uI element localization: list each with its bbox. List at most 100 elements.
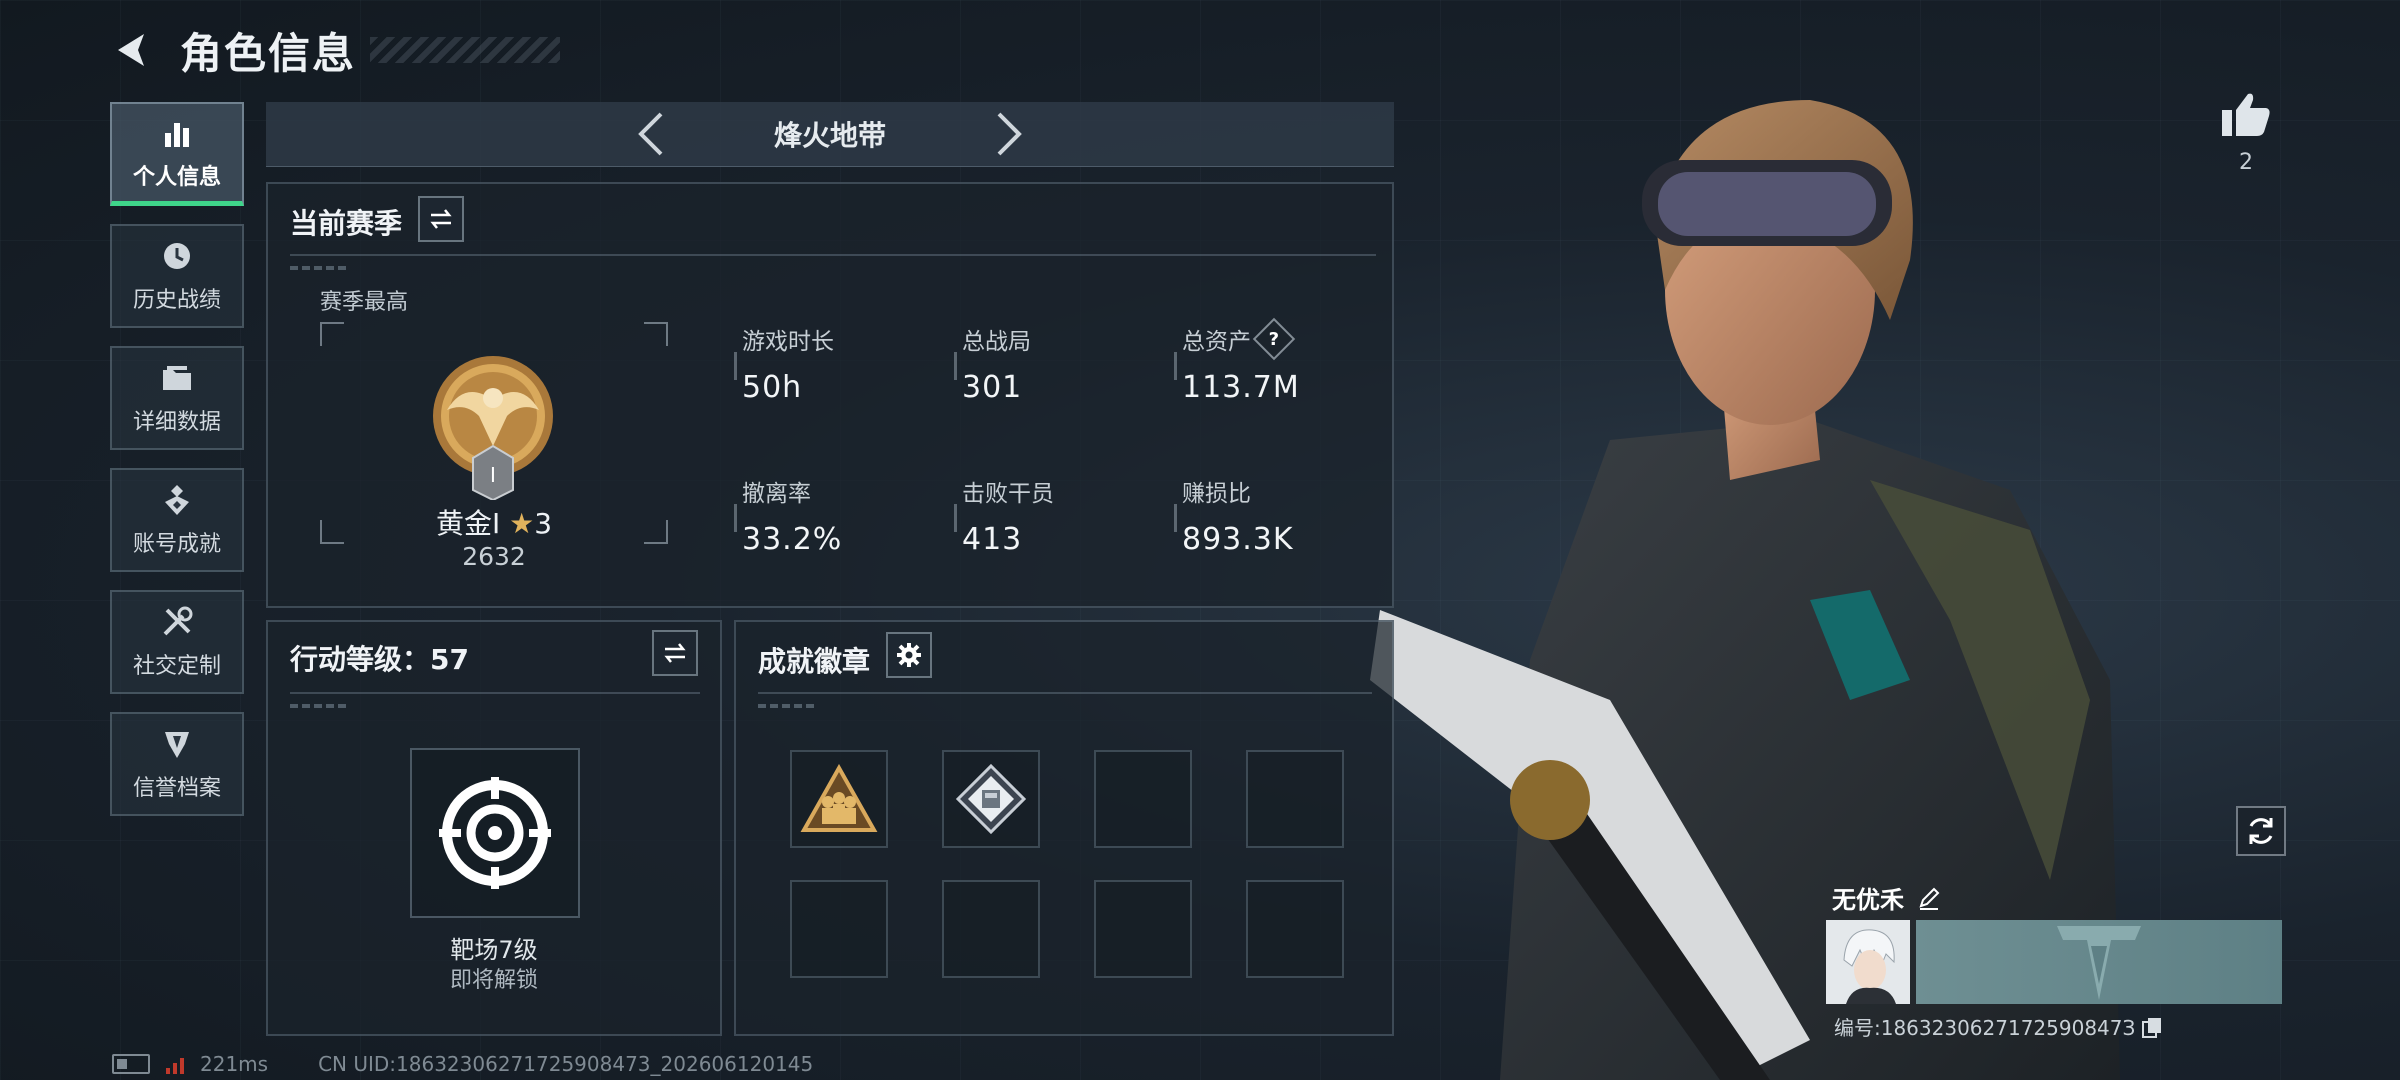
gear-icon [897, 643, 921, 667]
rank-star-icon: ★ [509, 507, 535, 540]
sidebar-item-personal-info[interactable]: 个人信息 [110, 102, 244, 206]
stat-label: 撤离率 [742, 481, 811, 507]
sidebar-item-detailed-data[interactable]: 详细数据 [110, 346, 244, 450]
stat-label: 游戏时长 [742, 329, 834, 355]
diamond-crate-badge-icon [955, 763, 1027, 835]
reputation-icon [165, 732, 189, 758]
level-reward-card[interactable] [410, 748, 580, 918]
gold-rank-badge-icon: Ⅰ [433, 356, 553, 500]
copy-icon[interactable] [2141, 1016, 2163, 1038]
season-title: 当前赛季 [290, 207, 403, 240]
stat-value: 113.7M [1182, 370, 1300, 405]
rank-name: 黄金Ⅰ ★3 [320, 502, 668, 542]
level-card-status: 即将解锁 [449, 968, 538, 993]
back-arrow-icon[interactable] [110, 28, 154, 72]
title-decoration [370, 37, 561, 63]
ping-value: 221ms [200, 1052, 269, 1076]
badges-title: 成就徽章 [758, 645, 871, 678]
stat-label: 总资产 ? [1182, 317, 1300, 361]
badge-slot[interactable] [790, 750, 888, 848]
level-divider [290, 692, 700, 694]
target-reticle-icon [439, 777, 551, 889]
folder-icon [163, 366, 191, 390]
swap-icon [664, 643, 686, 663]
stat-total-assets: 总资产 ? 113.7M [1174, 317, 1300, 405]
rank-score: 2632 [462, 542, 526, 571]
rank-stars: 3 [534, 507, 553, 540]
sidebar-item-label: 社交定制 [132, 654, 221, 679]
rotate-character-button[interactable] [2236, 806, 2286, 856]
divider-decoration [290, 704, 350, 708]
player-id-row: 编号:1863230627172590847З [1834, 1012, 2163, 1041]
achievement-badges-panel: 成就徽章 [734, 620, 1394, 1036]
badge-slot[interactable] [1094, 750, 1192, 848]
level-switch-button[interactable] [652, 630, 698, 676]
badges-settings-button[interactable] [886, 632, 932, 678]
sidebar-item-label: 个人信息 [132, 164, 221, 190]
badges-divider [758, 692, 1372, 694]
rank-tier: 黄金Ⅰ [435, 507, 501, 540]
refresh-icon [2249, 818, 2273, 844]
bar-chart-icon [165, 122, 189, 147]
season-divider [290, 254, 1376, 256]
emblem-logo-icon [2057, 926, 2141, 1000]
page-title: 角色信息 [180, 28, 357, 78]
sidebar-item-history[interactable]: 历史战绩 [110, 224, 244, 328]
swap-icon [430, 209, 452, 229]
stat-play-time: 游戏时长 50h [734, 322, 834, 405]
badge-slot[interactable] [1246, 880, 1344, 978]
sidebar-item-label: 详细数据 [132, 410, 221, 435]
divider-decoration [758, 704, 818, 708]
stat-label: 赚损比 [1182, 481, 1251, 507]
stat-value: 893.3K [1182, 522, 1294, 557]
sidebar-item-label: 账号成就 [132, 532, 221, 557]
edit-pencil-icon[interactable] [1916, 885, 1942, 911]
sidebar-item-social-custom[interactable]: 社交定制 [110, 590, 244, 694]
like-button[interactable]: 2 [2208, 90, 2284, 175]
battery-icon [112, 1054, 150, 1074]
gold-squad-badge-icon [800, 764, 878, 832]
sidebar-item-label: 信誉档案 [132, 776, 221, 801]
stat-label: 总战局 [962, 329, 1031, 355]
like-count: 2 [2239, 150, 2253, 175]
stat-value: 301 [962, 370, 1023, 405]
mode-name: 烽火地带 [773, 119, 886, 152]
stat-total-matches: 总战局 301 [954, 322, 1031, 405]
avatar-portrait [1826, 920, 1910, 1004]
stat-operators-defeated: 击败干员 413 [954, 474, 1054, 557]
header: 角色信息 [110, 22, 561, 78]
thumbs-up-icon [2222, 93, 2270, 136]
stat-extract-rate: 撤离率 33.2% [733, 474, 843, 557]
player-id: 编号:1863230627172590847З [1834, 1016, 2136, 1040]
history-clock-icon [164, 243, 190, 269]
badge-slot[interactable] [1094, 880, 1192, 978]
sidebar-item-reputation[interactable]: 信誉档案 [110, 712, 244, 816]
sidebar-item-achievements[interactable]: 账号成就 [110, 468, 244, 572]
achievement-icon [165, 485, 189, 515]
stat-value: 50h [742, 370, 803, 405]
badge-slot[interactable] [942, 880, 1040, 978]
stat-profit-loss-ratio: 赚损比 893.3K [1174, 474, 1294, 557]
stat-value: 33.2% [742, 522, 843, 557]
next-mode-arrow-icon[interactable] [980, 104, 1040, 164]
season-panel: 当前赛季 赛季最高 Ⅰ 黄金Ⅰ ★3 2632 游戏时长 50h 总战局 301… [266, 182, 1394, 608]
badge-slot[interactable] [942, 750, 1040, 848]
stat-value: 413 [962, 522, 1023, 557]
mode-selector: 烽火地带 [266, 102, 1394, 167]
svg-text:Ⅰ: Ⅰ [490, 463, 496, 487]
divider-decoration [290, 266, 350, 270]
season-switch-button[interactable] [418, 196, 464, 242]
stat-label: 击败干员 [962, 481, 1054, 507]
level-title: 行动等级：57 [290, 643, 469, 676]
operation-level-panel: 行动等级：57 靶场7级 即将解锁 [266, 620, 722, 1036]
badge-slot[interactable] [790, 880, 888, 978]
badge-slot[interactable] [1246, 750, 1344, 848]
status-bar: 221ms CN UID:18632306271725908473_202606… [112, 1052, 813, 1076]
name-card-banner[interactable] [1916, 920, 2282, 1004]
player-name-row: 无优禾 [1832, 880, 1942, 915]
signal-icon [166, 1054, 184, 1074]
level-card-name: 靶场7级 [450, 936, 538, 964]
help-question-icon[interactable]: ? [1252, 317, 1296, 361]
player-avatar[interactable] [1826, 920, 1910, 1004]
prev-mode-arrow-icon[interactable] [620, 104, 680, 164]
